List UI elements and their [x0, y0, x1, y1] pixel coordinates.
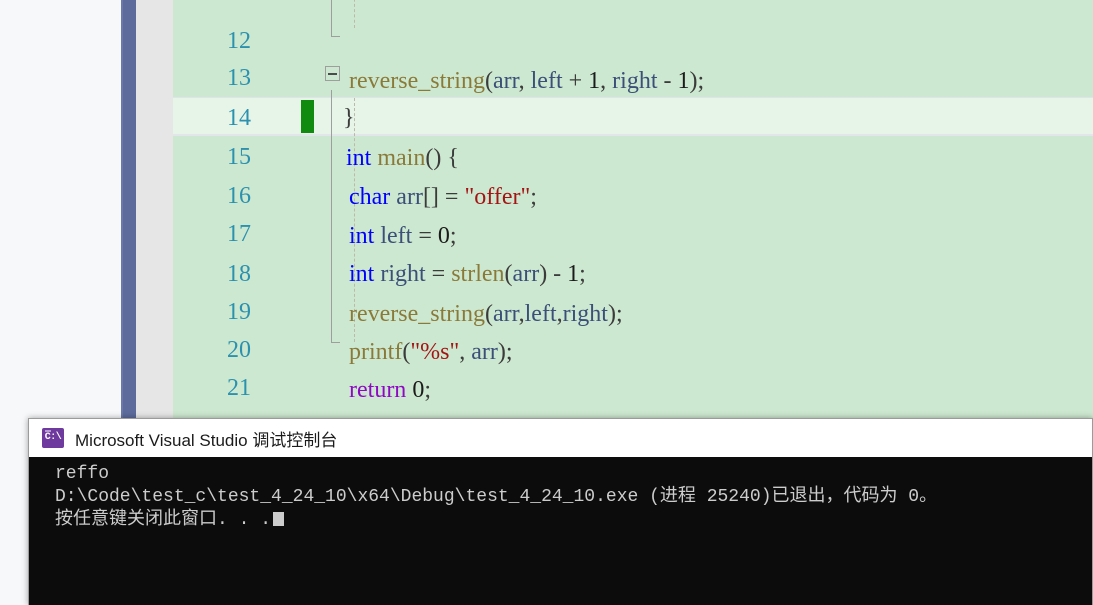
- vs-accent-bar: [121, 0, 136, 420]
- debug-console-window[interactable]: C:\ Microsoft Visual Studio 调试控制台 reffo …: [28, 418, 1093, 605]
- line-change-marker: [301, 100, 314, 133]
- code-line-21: 21 }: [173, 328, 1093, 420]
- console-output-line-with-cursor: 按任意键关闭此窗口. . .: [55, 509, 1092, 532]
- console-app-icon: C:\: [42, 428, 64, 448]
- code-line-13: 13 }: [173, 18, 1093, 131]
- editor-indicator-margin[interactable]: [136, 0, 173, 420]
- code-line-20: 20 return 0;: [173, 290, 1093, 403]
- editor-left-margin: [0, 0, 121, 420]
- console-output-line: reffo: [55, 464, 110, 484]
- console-icon-label: C:\: [44, 432, 62, 443]
- code-line-19: 19 printf("%s", arr);: [173, 252, 1093, 365]
- console-output-line: D:\Code\test_c\test_4_24_10\x64\Debug\te…: [55, 487, 938, 507]
- code-line-16: 16 int left = 0;: [173, 136, 1093, 249]
- code-rows: 12 reverse_string(arr, left + 1, right -…: [173, 0, 1093, 420]
- console-output-area[interactable]: reffo D:\Code\test_c\test_4_24_10\x64\De…: [29, 457, 1092, 605]
- code-text: return 0;: [349, 377, 431, 403]
- line-number: 21: [227, 375, 251, 401]
- console-cursor: [273, 512, 285, 526]
- console-titlebar[interactable]: C:\ Microsoft Visual Studio 调试控制台: [29, 419, 1092, 457]
- code-line-17: 17 int right = strlen(arr) - 1;: [173, 174, 1093, 287]
- code-line-14: 14 int main() {: [173, 58, 1093, 171]
- console-title: Microsoft Visual Studio 调试控制台: [75, 430, 338, 450]
- screenshot-root: 12 reverse_string(arr, left + 1, right -…: [0, 0, 1093, 605]
- code-line-18: 18 reverse_string(arr,left,right);: [173, 214, 1093, 327]
- code-editor: 12 reverse_string(arr, left + 1, right -…: [0, 0, 1093, 420]
- console-output-text: 按任意键关闭此窗口. . .: [55, 510, 272, 530]
